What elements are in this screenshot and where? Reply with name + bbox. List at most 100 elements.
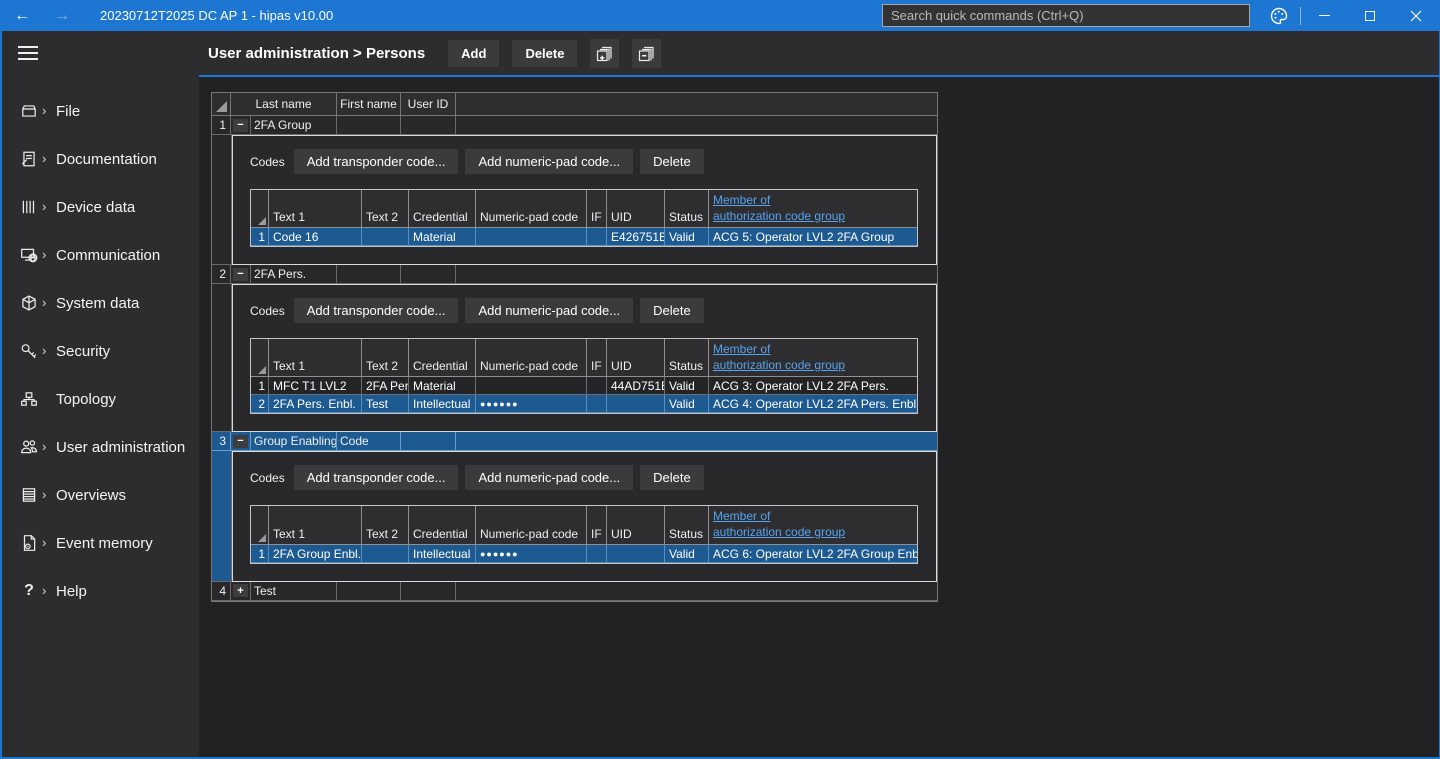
add-transponder-code-button[interactable]: Add transponder code... <box>294 298 459 323</box>
member-of-acg-link[interactable]: Member ofauthorization code group <box>713 193 845 224</box>
person-row-2[interactable]: 2 − 2FA Pers. <box>212 265 937 284</box>
last-name-cell[interactable]: Group Enabling <box>251 432 337 451</box>
status-cell[interactable]: Valid <box>665 377 709 395</box>
col-if[interactable]: IF <box>587 506 607 544</box>
col-credential[interactable]: Credential <box>409 339 476 377</box>
credential-cell[interactable]: Intellectual <box>409 395 476 413</box>
user-id-cell[interactable] <box>401 432 456 451</box>
member-cell[interactable]: ACG 5: Operator LVL2 2FA Group <box>709 228 917 246</box>
add-transponder-code-button[interactable]: Add transponder code... <box>294 149 459 174</box>
maximize-button[interactable] <box>1347 0 1393 31</box>
col-numpad[interactable]: Numeric-pad code <box>476 506 587 544</box>
text1-cell[interactable]: 2FA Pers. Enbl. <box>269 395 362 413</box>
add-transponder-code-button[interactable]: Add transponder code... <box>294 465 459 490</box>
last-name-cell[interactable]: 2FA Group <box>251 116 337 135</box>
col-credential[interactable]: Credential <box>409 506 476 544</box>
status-cell[interactable]: Valid <box>665 395 709 413</box>
delete-code-button[interactable]: Delete <box>640 465 704 490</box>
expand-row-button[interactable]: + <box>233 584 248 597</box>
member-cell[interactable]: ACG 6: Operator LVL2 2FA Group Enbl. <box>709 545 917 563</box>
back-arrow-icon[interactable]: ← <box>2 7 42 25</box>
credential-cell[interactable]: Intellectual <box>409 545 476 563</box>
text1-cell[interactable]: Code 16 <box>269 228 362 246</box>
user-id-cell[interactable] <box>401 116 456 135</box>
row-number[interactable]: 1 <box>212 116 231 135</box>
text2-cell[interactable]: Test <box>362 395 409 413</box>
sidebar-item-documentation[interactable]: › Documentation <box>2 135 199 183</box>
sidebar-item-file[interactable]: › File <box>2 87 199 135</box>
last-name-cell[interactable]: Test <box>251 582 337 601</box>
close-button[interactable] <box>1393 0 1439 31</box>
col-uid[interactable]: UID <box>607 506 665 544</box>
select-all-corner-icon[interactable] <box>251 506 269 544</box>
uid-cell[interactable] <box>607 395 665 413</box>
collapse-row-button[interactable]: − <box>233 119 248 132</box>
col-text2[interactable]: Text 2 <box>362 506 409 544</box>
select-all-corner-icon[interactable] <box>251 339 269 377</box>
col-status[interactable]: Status <box>665 339 709 377</box>
if-cell[interactable] <box>587 228 607 246</box>
col-text1[interactable]: Text 1 <box>269 506 362 544</box>
credential-cell[interactable]: Material <box>409 377 476 395</box>
text2-cell[interactable] <box>362 545 409 563</box>
text1-cell[interactable]: 2FA Group Enbl. <box>269 545 362 563</box>
member-of-acg-link[interactable]: Member ofauthorization code group <box>713 509 845 540</box>
numpad-cell[interactable]: ●●●●●● <box>476 395 587 413</box>
sidebar-item-help[interactable]: ? › Help <box>2 567 199 615</box>
sidebar-item-security[interactable]: › Security <box>2 327 199 375</box>
member-of-acg-link[interactable]: Member ofauthorization code group <box>713 342 845 373</box>
first-name-cell[interactable] <box>337 116 401 135</box>
numpad-cell[interactable] <box>476 377 587 395</box>
col-credential[interactable]: Credential <box>409 190 476 228</box>
sidebar-item-topology[interactable]: › Topology <box>2 375 199 423</box>
col-numpad[interactable]: Numeric-pad code <box>476 190 587 228</box>
col-text2[interactable]: Text 2 <box>362 339 409 377</box>
text2-cell[interactable] <box>362 228 409 246</box>
col-text1[interactable]: Text 1 <box>269 190 362 228</box>
last-name-cell[interactable]: 2FA Pers. <box>251 265 337 284</box>
sidebar-item-device-data[interactable]: › Device data <box>2 183 199 231</box>
search-input[interactable] <box>882 4 1250 27</box>
person-row-4[interactable]: 4 + Test <box>212 582 937 601</box>
if-cell[interactable] <box>587 377 607 395</box>
status-cell[interactable]: Valid <box>665 228 709 246</box>
col-if[interactable]: IF <box>587 190 607 228</box>
add-numeric-pad-code-button[interactable]: Add numeric-pad code... <box>465 149 633 174</box>
row-number[interactable]: 2 <box>212 265 231 284</box>
member-cell[interactable]: ACG 4: Operator LVL2 2FA Pers. Enbl. <box>709 395 917 413</box>
add-numeric-pad-code-button[interactable]: Add numeric-pad code... <box>465 298 633 323</box>
sidebar-item-system-data[interactable]: › System data <box>2 279 199 327</box>
sidebar-item-user-administration[interactable]: › User administration <box>2 423 199 471</box>
col-if[interactable]: IF <box>587 339 607 377</box>
person-row-1[interactable]: 1 − 2FA Group <box>212 116 937 135</box>
add-button[interactable]: Add <box>448 40 499 67</box>
col-user-id[interactable]: User ID <box>401 93 456 116</box>
delete-code-button[interactable]: Delete <box>640 149 704 174</box>
col-text1[interactable]: Text 1 <box>269 339 362 377</box>
col-first-name[interactable]: First name <box>337 93 401 116</box>
col-uid[interactable]: UID <box>607 339 665 377</box>
status-cell[interactable]: Valid <box>665 545 709 563</box>
col-status[interactable]: Status <box>665 190 709 228</box>
first-name-cell[interactable] <box>337 582 401 601</box>
numpad-cell[interactable]: ●●●●●● <box>476 545 587 563</box>
sidebar-item-event-memory[interactable]: › Event memory <box>2 519 199 567</box>
uid-cell[interactable] <box>607 545 665 563</box>
first-name-cell[interactable] <box>337 265 401 284</box>
palette-icon[interactable] <box>1258 0 1300 31</box>
member-cell[interactable]: ACG 3: Operator LVL2 2FA Pers. <box>709 377 917 395</box>
delete-button[interactable]: Delete <box>512 40 577 67</box>
col-uid[interactable]: UID <box>607 190 665 228</box>
add-numeric-pad-code-button[interactable]: Add numeric-pad code... <box>465 465 633 490</box>
text2-cell[interactable]: 2FA Pers. <box>362 377 409 395</box>
if-cell[interactable] <box>587 395 607 413</box>
text1-cell[interactable]: MFC T1 LVL2 <box>269 377 362 395</box>
expand-all-button[interactable] <box>590 39 619 68</box>
row-number[interactable]: 4 <box>212 582 231 601</box>
delete-code-button[interactable]: Delete <box>640 298 704 323</box>
first-name-cell[interactable]: Code <box>337 432 401 451</box>
minimize-button[interactable] <box>1301 0 1347 31</box>
numpad-cell[interactable] <box>476 228 587 246</box>
col-last-name[interactable]: Last name <box>231 93 337 116</box>
col-text2[interactable]: Text 2 <box>362 190 409 228</box>
